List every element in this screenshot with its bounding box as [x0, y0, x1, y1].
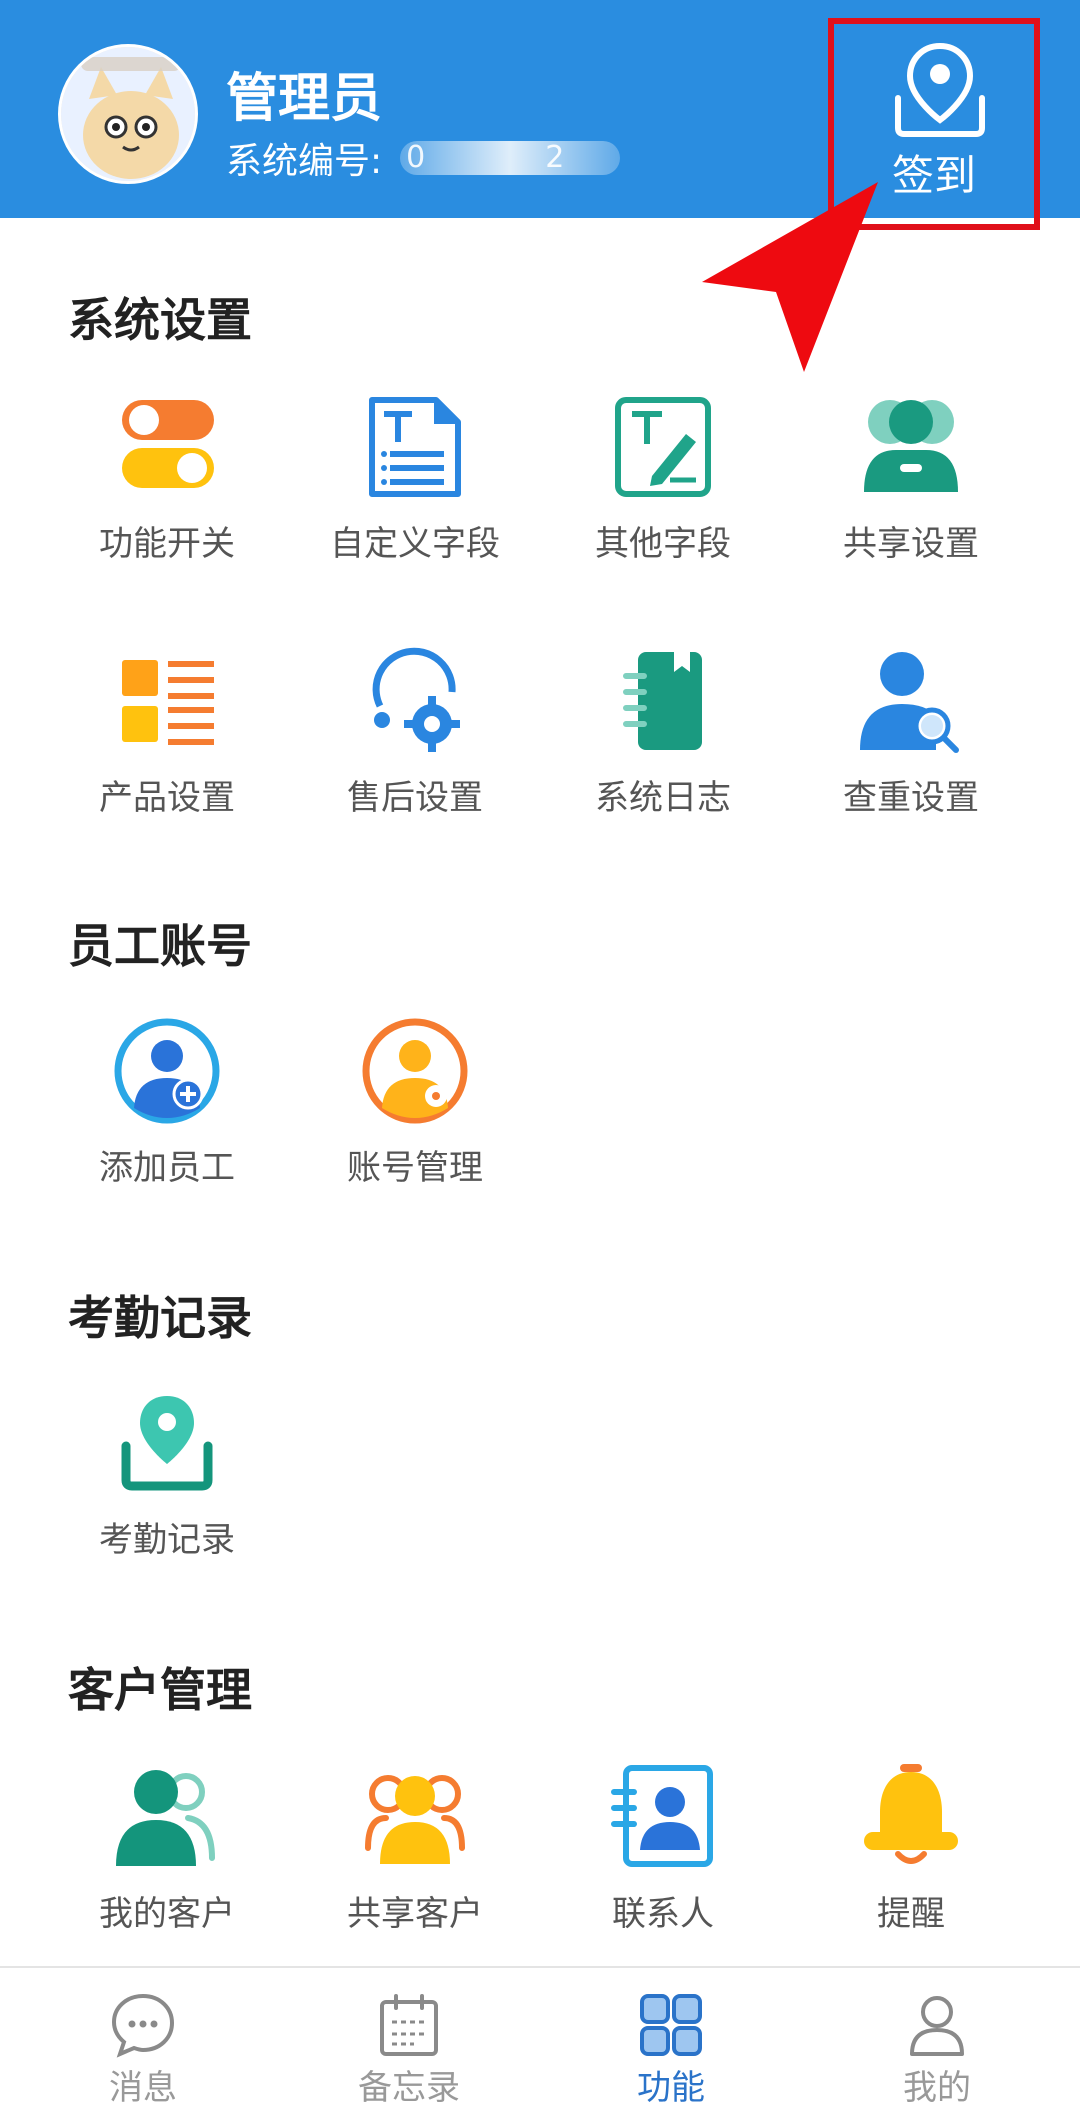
- grid-item-label: 系统日志: [595, 778, 731, 818]
- grid-item-duplicate-check-settings[interactable]: 查重设置: [787, 646, 1035, 819]
- grid-item-account-management[interactable]: 账号管理: [291, 1016, 539, 1189]
- system-id: 系统编号: 02: [226, 132, 621, 184]
- avatar[interactable]: [58, 44, 198, 184]
- grid-item-label: 共享客户: [347, 1894, 483, 1934]
- grid-item-my-customers[interactable]: 我的客户: [43, 1762, 291, 1935]
- log-notebook-icon: [623, 652, 702, 750]
- nav-item-messages[interactable]: 消息: [8, 1968, 278, 2120]
- system-id-value: 02: [400, 141, 621, 175]
- nav-label: 消息: [109, 2068, 177, 2108]
- section-title-system-settings: 系统设置: [68, 293, 252, 347]
- location-pin-icon: [895, 42, 985, 137]
- grid-item-shared-customers[interactable]: 共享客户: [291, 1762, 539, 1935]
- text-edit-icon: [615, 397, 711, 497]
- profile-header: 管理员 系统编号: 02 签到: [0, 0, 1080, 230]
- grid-item-label: 功能开关: [99, 524, 235, 564]
- nav-item-functions[interactable]: 功能: [536, 1968, 806, 2120]
- grid-icon: [640, 1994, 702, 2056]
- grid-item-label: 联系人: [612, 1894, 714, 1934]
- nav-label: 我的: [903, 2068, 971, 2108]
- grid-item-label: 查重设置: [843, 778, 979, 818]
- grid-item-label: 产品设置: [99, 778, 235, 818]
- grid-item-label: 我的客户: [99, 1894, 235, 1934]
- bell-icon: [864, 1764, 958, 1864]
- grid-item-label: 添加员工: [99, 1148, 235, 1188]
- grid-item-add-employee[interactable]: 添加员工: [43, 1016, 291, 1189]
- account-gear-icon: [362, 1018, 468, 1124]
- system-id-label: 系统编号:: [226, 141, 383, 182]
- grid-item-product-settings[interactable]: 产品设置: [43, 646, 291, 819]
- grid-item-contacts[interactable]: 联系人: [539, 1762, 787, 1935]
- grid-item-label: 售后设置: [347, 778, 483, 818]
- grid-item-share-settings[interactable]: 共享设置: [787, 392, 1035, 565]
- contact-card-icon: [611, 1765, 713, 1867]
- after-sales-gear-icon: [372, 647, 460, 752]
- grid-item-other-fields[interactable]: 其他字段: [539, 392, 787, 565]
- toggle-switch-icon: [122, 400, 214, 488]
- section-title-attendance: 考勤记录: [68, 1291, 252, 1345]
- grid-item-custom-fields[interactable]: 自定义字段: [291, 392, 539, 565]
- my-customers-icon: [116, 1770, 215, 1866]
- section-title-customer-management: 客户管理: [68, 1663, 252, 1717]
- shared-customers-icon: [365, 1775, 465, 1864]
- grid-item-label: 自定义字段: [330, 524, 500, 564]
- section-title-employee-accounts: 员工账号: [68, 919, 252, 973]
- annotation-arrow: [702, 182, 878, 372]
- grid-item-attendance-records[interactable]: 考勤记录: [43, 1388, 291, 1561]
- grid-item-label: 其他字段: [595, 524, 731, 564]
- location-pin-icon: [121, 1396, 213, 1491]
- calendar-icon: [380, 1994, 438, 2056]
- grid-item-reminders[interactable]: 提醒: [787, 1762, 1035, 1935]
- person-icon: [910, 1996, 964, 2056]
- add-user-icon: [114, 1018, 220, 1124]
- grid-item-label: 考勤记录: [99, 1520, 235, 1560]
- grid-item-label: 共享设置: [843, 524, 979, 564]
- shared-users-icon: [864, 400, 958, 492]
- nav-label: 功能: [637, 2068, 705, 2108]
- nav-item-memo[interactable]: 备忘录: [274, 1968, 544, 2120]
- nav-item-mine[interactable]: 我的: [802, 1968, 1072, 2120]
- bottom-nav: 消息 备忘录 功能 我的: [0, 1966, 1080, 2120]
- chat-bubble-icon: [111, 1993, 175, 2058]
- grid-item-feature-switch[interactable]: 功能开关: [43, 392, 291, 565]
- grid-item-label: 提醒: [877, 1894, 945, 1934]
- user-search-icon: [860, 652, 959, 753]
- nav-label: 备忘录: [358, 2068, 460, 2108]
- user-name: 管理员: [226, 69, 383, 129]
- grid-item-after-sales-settings[interactable]: 售后设置: [291, 646, 539, 819]
- grid-item-label: 账号管理: [347, 1148, 483, 1188]
- grid-item-system-log[interactable]: 系统日志: [539, 646, 787, 819]
- product-list-icon: [122, 660, 214, 745]
- text-document-icon: [369, 397, 461, 497]
